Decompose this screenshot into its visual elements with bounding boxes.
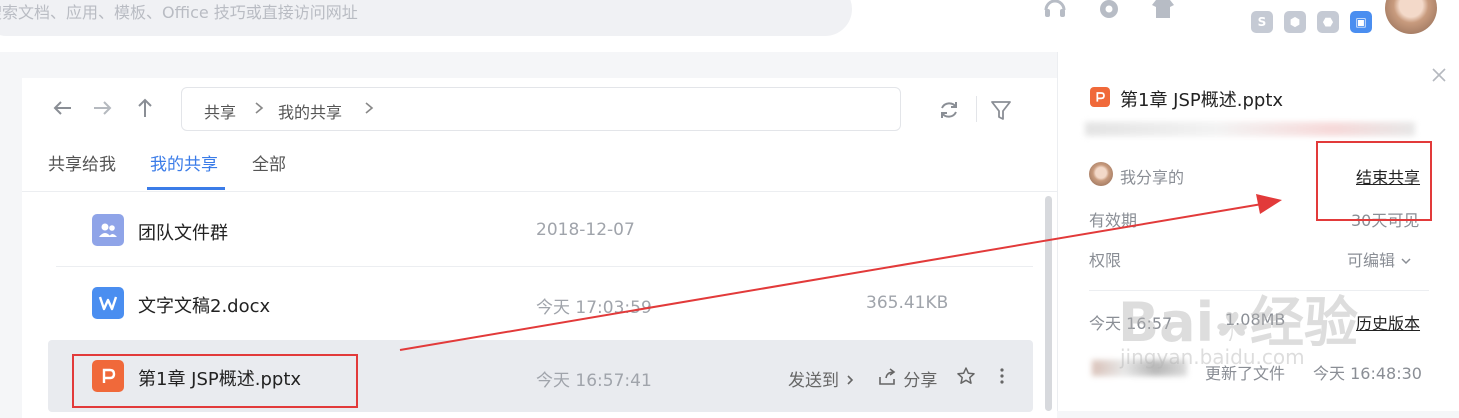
annotation-arrow — [399, 194, 1282, 351]
